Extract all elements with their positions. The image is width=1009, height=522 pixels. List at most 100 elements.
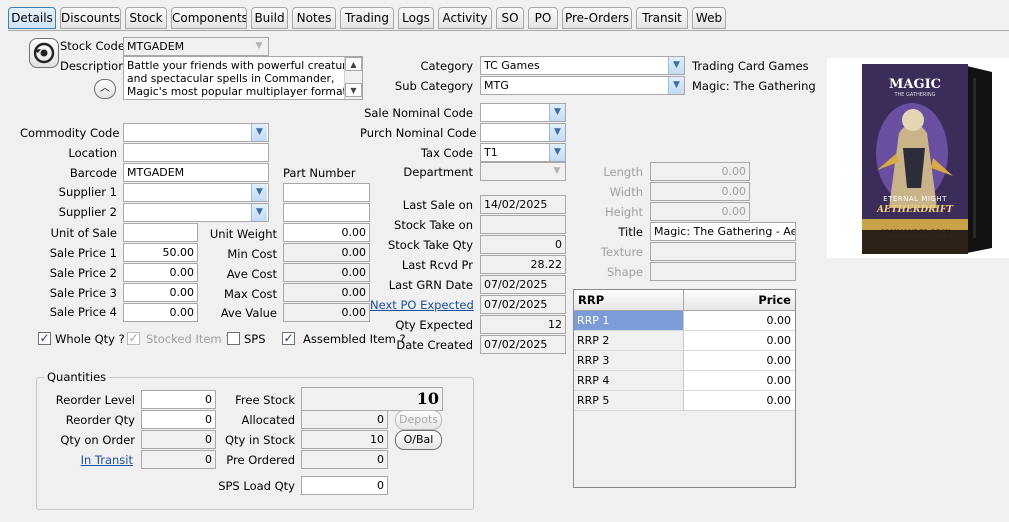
rrp-column-header[interactable]: RRP — [574, 290, 684, 311]
chevron-down-icon[interactable]: ▼ — [251, 204, 267, 221]
obal-button[interactable]: O/Bal — [395, 430, 442, 450]
height-label: Height — [604, 205, 643, 219]
purch-nominal-code-label: Purch Nominal Code — [360, 126, 477, 140]
tab-activity[interactable]: Activity — [438, 7, 492, 29]
in-transit-link[interactable]: In Transit — [40, 453, 133, 467]
qty-in-stock-label: Qty in Stock — [225, 433, 295, 447]
chevron-down-icon[interactable]: ▼ — [251, 124, 267, 141]
stock-take-on-field — [480, 215, 566, 234]
reorder-qty-field[interactable]: 0 — [141, 410, 216, 429]
commodity-code-label: Commodity Code — [20, 126, 120, 140]
tab-components[interactable]: Components — [171, 7, 247, 29]
tab-build[interactable]: Build — [251, 7, 288, 29]
unit-weight-field[interactable]: 0.00 — [283, 223, 370, 242]
table-row[interactable]: RRP 5 — [574, 391, 684, 411]
depots-button[interactable]: Depots — [395, 410, 442, 430]
chevron-down-icon[interactable]: ▼ — [251, 38, 267, 55]
sale-price-4-label: Sale Price 4 — [49, 305, 117, 319]
table-row[interactable]: RRP 1 — [574, 311, 684, 331]
tab-pre-orders[interactable]: Pre-Orders — [562, 7, 632, 29]
rrp-price-cell[interactable]: 0.00 — [684, 311, 795, 331]
department-label: Department — [403, 165, 473, 179]
product-image: MAGIC THE GATHERING ETERNAL MIGHT AETHER… — [827, 58, 1009, 258]
qty-on-order-field: 0 — [141, 430, 216, 449]
title-label: Title — [618, 225, 643, 239]
tab-trading[interactable]: Trading — [340, 7, 394, 29]
chevron-down-icon[interactable]: ▼ — [668, 77, 684, 94]
stocked-item-label: Stocked Item ? — [146, 332, 232, 346]
date-created-field: 07/02/2025 — [480, 335, 566, 354]
supplier-2-dropdown[interactable] — [123, 203, 269, 222]
chevron-down-icon[interactable]: ▼ — [549, 163, 565, 180]
price-column-header[interactable]: Price — [684, 290, 795, 311]
chevron-down-icon[interactable]: ▼ — [668, 57, 684, 74]
table-row[interactable]: RRP 3 — [574, 351, 684, 371]
category-dropdown[interactable]: TC Games — [480, 56, 685, 75]
barcode-field[interactable]: MTGADEM — [123, 163, 269, 182]
tab-notes[interactable]: Notes — [292, 7, 336, 29]
rrp-grid[interactable]: RRP Price RRP 1 0.00 RRP 2 0.00 RRP 3 0.… — [573, 289, 796, 488]
date-created-label: Date Created — [396, 338, 473, 352]
unit-of-sale-label: Unit of Sale — [50, 226, 117, 240]
magic-logo: MAGIC — [888, 77, 941, 92]
description-scrollbar[interactable]: ▲ ▼ — [344, 57, 362, 99]
stock-take-qty-field: 0 — [480, 235, 566, 254]
sale-price-2-field[interactable]: 0.00 — [123, 263, 198, 282]
refresh-icon[interactable] — [29, 38, 59, 68]
sub-category-dropdown[interactable]: MTG — [480, 76, 685, 95]
sale-price-1-field[interactable]: 50.00 — [123, 243, 198, 262]
tab-discounts[interactable]: Discounts — [60, 7, 121, 29]
deck-name: ETERNAL MIGHT — [883, 195, 947, 203]
scroll-down-icon[interactable]: ▼ — [345, 83, 362, 97]
sale-price-4-field[interactable]: 0.00 — [123, 303, 198, 322]
allocated-label: Allocated — [241, 413, 295, 427]
tab-web[interactable]: Web — [692, 7, 726, 29]
shape-field — [650, 262, 796, 281]
supplier-1-label: Supplier 1 — [58, 185, 117, 199]
whole-qty-checkbox[interactable]: ✓ — [38, 332, 51, 345]
rrp-price-cell[interactable]: 0.00 — [684, 331, 795, 351]
location-field[interactable] — [123, 143, 269, 162]
stocked-item-checkbox[interactable]: ✓ — [127, 332, 140, 345]
stock-code-field[interactable]: MTGADEM — [123, 37, 269, 56]
sps-checkbox[interactable] — [227, 332, 240, 345]
chevron-down-icon[interactable]: ▼ — [549, 124, 565, 141]
title-field[interactable]: Magic: The Gathering - Aethe — [650, 222, 796, 241]
tab-po[interactable]: PO — [528, 7, 558, 29]
sub-category-label: Sub Category — [394, 79, 473, 93]
scroll-up-icon[interactable]: ▲ — [345, 57, 362, 71]
tab-stock[interactable]: Stock — [125, 7, 167, 29]
tab-so[interactable]: SO — [496, 7, 524, 29]
reorder-level-label: Reorder Level — [55, 393, 135, 407]
qty-expected-field: 12 — [480, 315, 566, 334]
collapse-button[interactable]: ︿ — [94, 79, 116, 99]
rrp-price-cell[interactable]: 0.00 — [684, 351, 795, 371]
sale-price-1-label: Sale Price 1 — [49, 246, 117, 260]
sps-load-qty-field[interactable]: 0 — [301, 476, 388, 495]
supplier-1-dropdown[interactable] — [123, 183, 269, 202]
supplier-1-part-number[interactable] — [283, 183, 370, 202]
next-po-expected-link[interactable]: Next PO Expected — [370, 298, 474, 312]
sps-label: SPS — [244, 332, 266, 346]
tab-logs[interactable]: Logs — [398, 7, 434, 29]
free-stock-field: 10 — [301, 387, 443, 411]
table-row[interactable]: RRP 2 — [574, 331, 684, 351]
reorder-level-field[interactable]: 0 — [141, 390, 216, 409]
rrp-price-cell[interactable]: 0.00 — [684, 371, 795, 391]
chevron-down-icon[interactable]: ▼ — [251, 184, 267, 201]
tab-details[interactable]: Details — [8, 7, 56, 29]
sale-price-3-field[interactable]: 0.00 — [123, 283, 198, 302]
magic-logo-subtitle: THE GATHERING — [894, 92, 936, 98]
assembled-item-checkbox[interactable]: ✓ — [282, 332, 295, 345]
chevron-down-icon[interactable]: ▼ — [549, 104, 565, 121]
supplier-2-part-number[interactable] — [283, 203, 370, 222]
table-row[interactable]: RRP 4 — [574, 371, 684, 391]
description-field[interactable]: Battle your friends with powerful creatu… — [123, 56, 363, 100]
chevron-down-icon[interactable]: ▼ — [549, 144, 565, 161]
ave-value-field: 0.00 — [283, 303, 370, 322]
tab-transit[interactable]: Transit — [636, 7, 688, 29]
commodity-code-dropdown[interactable] — [123, 123, 269, 142]
unit-of-sale-field[interactable] — [123, 223, 198, 242]
min-cost-label: Min Cost — [227, 247, 277, 261]
rrp-price-cell[interactable]: 0.00 — [684, 391, 795, 411]
